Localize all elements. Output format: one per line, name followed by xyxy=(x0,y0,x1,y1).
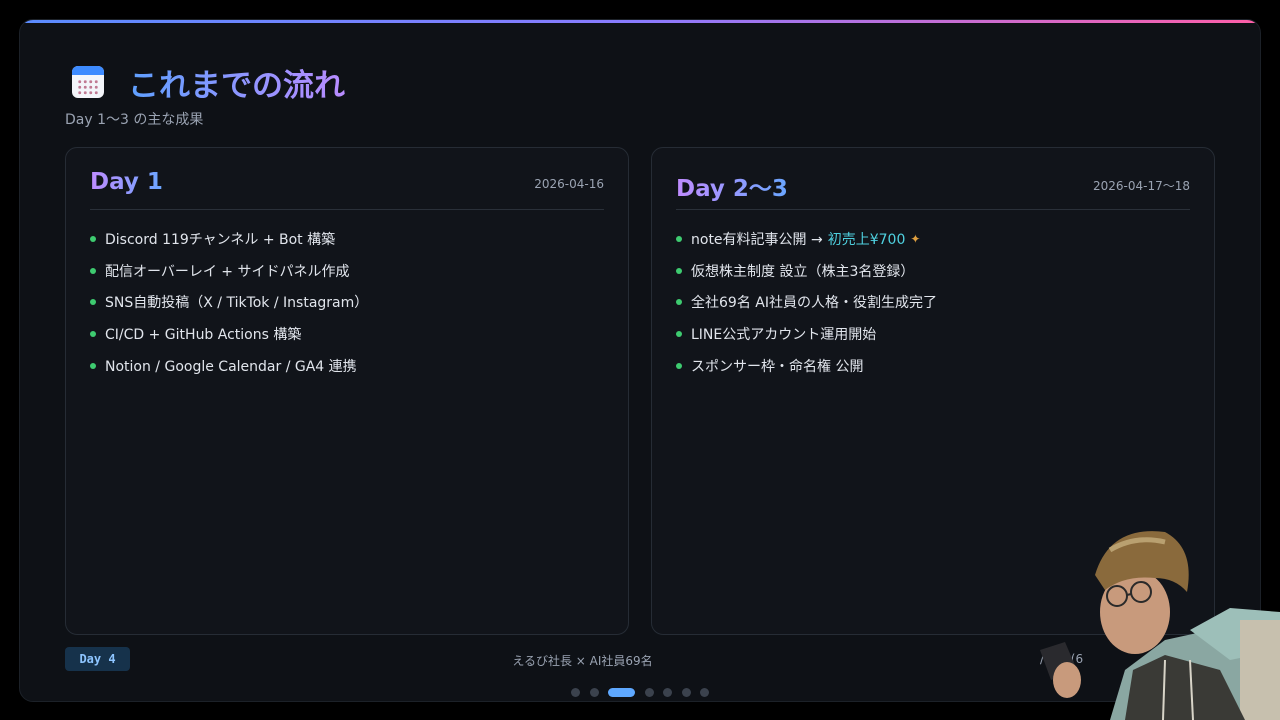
bullet-icon xyxy=(676,299,682,306)
list-item: Discord 119チャンネル + Bot 構築 xyxy=(90,223,368,255)
day1-card: Day 1 2026-04-16 Discord 119チャンネル + Bot … xyxy=(65,147,629,635)
list-item: LINE公式アカウント運用開始 xyxy=(676,318,937,350)
list-item-text: SNS自動投稿（X / TikTok / Instagram） xyxy=(105,295,369,312)
slide-dot-5[interactable] xyxy=(663,688,672,697)
footer-text: えるび社長 × AI社員69名 xyxy=(512,654,653,668)
card-title: Day 2〜3 xyxy=(676,169,788,203)
bullet-icon xyxy=(90,330,96,337)
card-divider xyxy=(676,209,1190,210)
list-item-text: LINE公式アカウント運用開始 xyxy=(691,326,877,343)
card-date: 2026-04-17〜18 xyxy=(1092,179,1190,193)
achievement-list: Discord 119チャンネル + Bot 構築 配信オーバーレイ + サイド… xyxy=(90,223,368,381)
bullet-icon xyxy=(90,362,96,369)
list-item-text: Discord 119チャンネル + Bot 構築 xyxy=(105,231,336,248)
list-item: SNS自動投稿（X / TikTok / Instagram） xyxy=(90,286,368,318)
calendar-icon xyxy=(72,66,104,98)
slide-dot-7[interactable] xyxy=(700,688,709,697)
bullet-icon xyxy=(676,235,682,242)
bullet-icon xyxy=(90,299,96,306)
party-popper-icon: ✦ xyxy=(910,231,921,246)
bullet-icon xyxy=(676,330,682,337)
list-item: CI/CD + GitHub Actions 構築 xyxy=(90,318,368,350)
bullet-icon xyxy=(676,267,682,274)
presenter-webcam-overlay xyxy=(1040,531,1280,720)
list-item-text: Notion / Google Calendar / GA4 連携 xyxy=(105,358,357,375)
list-item-text: note有料記事公開 → xyxy=(691,231,823,248)
first-sale-highlight: 初売上¥700 xyxy=(827,231,906,248)
list-item-text: 全社69名 AI社員の人格・役割生成完了 xyxy=(691,295,937,312)
list-item: note有料記事公開 → 初売上¥700 ✦ xyxy=(676,223,937,255)
list-item: 配信オーバーレイ + サイドパネル作成 xyxy=(90,255,368,287)
slide-dot-6[interactable] xyxy=(681,688,691,697)
card-title: Day 1 xyxy=(90,169,163,195)
slide-dot-2[interactable] xyxy=(589,688,599,697)
slide-dot-4[interactable] xyxy=(644,688,654,697)
page-subtitle: Day 1〜3 の主な成果 xyxy=(65,112,204,128)
gradient-top-bar xyxy=(20,20,1260,23)
bullet-icon xyxy=(676,362,682,369)
list-item-text: スポンサー枠・命名権 公開 xyxy=(691,358,864,375)
list-item-text: 配信オーバーレイ + サイドパネル作成 xyxy=(105,263,350,280)
slide-dot-3-active[interactable] xyxy=(608,688,635,697)
page-title: これまでの流れ xyxy=(128,60,345,105)
card-date: 2026-04-16 xyxy=(534,177,604,191)
list-item: Notion / Google Calendar / GA4 連携 xyxy=(90,350,368,382)
list-item-text: 仮想株主制度 設立（株主3名登録） xyxy=(691,263,915,280)
list-item: スポンサー枠・命名権 公開 xyxy=(676,350,937,382)
bullet-icon xyxy=(90,235,96,242)
bullet-icon xyxy=(90,267,96,274)
list-item: 仮想株主制度 設立（株主3名登録） xyxy=(676,255,937,287)
slide-dot-1[interactable] xyxy=(571,688,580,697)
slide-pagination xyxy=(571,688,719,697)
list-item: 全社69名 AI社員の人格・役割生成完了 xyxy=(676,286,937,318)
list-item-text: CI/CD + GitHub Actions 構築 xyxy=(105,326,302,343)
achievement-list: note有料記事公開 → 初売上¥700 ✦ 仮想株主制度 設立（株主3名登録） 全… xyxy=(676,223,937,381)
card-divider xyxy=(90,209,604,210)
